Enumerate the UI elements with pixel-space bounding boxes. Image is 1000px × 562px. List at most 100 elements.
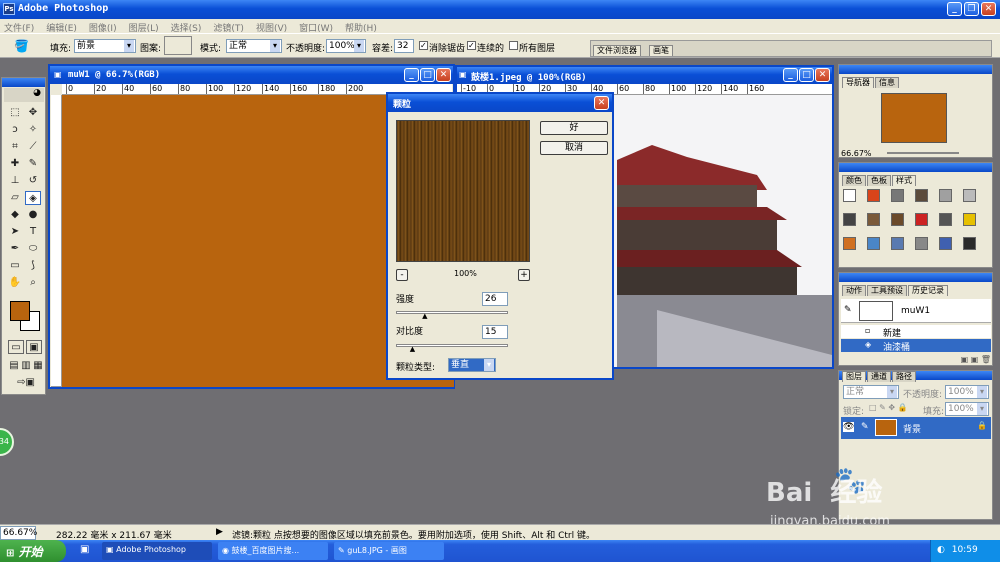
intensity-slider-track[interactable]: [396, 311, 508, 314]
marquee-tool-icon[interactable]: ⬚: [7, 106, 23, 120]
doc1-titlebar[interactable]: ▣ muW1 @ 66.7%(RGB) _ □ ✕: [50, 66, 453, 84]
doc1-minimize-button[interactable]: _: [404, 68, 419, 82]
quicklaunch-desktop-icon[interactable]: ▣: [80, 544, 89, 555]
tab-history[interactable]: 历史记录: [908, 285, 948, 296]
pen-tool-icon[interactable]: ✒: [7, 242, 23, 256]
healing-brush-tool-icon[interactable]: ✚: [7, 157, 23, 171]
status-zoom-field[interactable]: 66.67%: [0, 526, 37, 540]
navigator-zoom-slider[interactable]: [887, 152, 959, 154]
notes-tool-icon[interactable]: ▭: [7, 259, 23, 273]
zoom-out-button[interactable]: -: [396, 269, 408, 281]
grain-type-select[interactable]: 垂直: [448, 358, 496, 372]
zoom-tool-icon[interactable]: ⌕: [25, 276, 41, 290]
foreground-color-swatch[interactable]: [10, 301, 30, 321]
paint-bucket-icon[interactable]: 🪣: [14, 39, 29, 53]
tab-channels[interactable]: 通道: [867, 371, 891, 382]
tray-clock[interactable]: 10:59: [952, 545, 978, 555]
layer-row-background[interactable]: 👁 ✎ 背景 🔒: [841, 417, 991, 439]
intensity-field[interactable]: 26: [482, 292, 508, 306]
doc1-close-button[interactable]: ✕: [436, 68, 451, 82]
lock-icons[interactable]: □ ✎ ✥ 🔒: [869, 403, 908, 412]
style-swatch[interactable]: [867, 189, 880, 202]
brush-tool-icon[interactable]: ✎: [25, 157, 41, 171]
style-swatch[interactable]: [963, 213, 976, 226]
style-swatch[interactable]: [867, 213, 880, 226]
clone-stamp-tool-icon[interactable]: ⊥: [7, 174, 23, 188]
pattern-picker[interactable]: [164, 36, 192, 55]
style-swatch[interactable]: [915, 189, 928, 202]
quick-mask-icon[interactable]: ▣: [26, 340, 42, 354]
mode-select[interactable]: 正常: [226, 39, 282, 53]
magic-wand-tool-icon[interactable]: ✧: [25, 123, 41, 137]
zoom-in-button[interactable]: +: [518, 269, 530, 281]
tab-layers[interactable]: 图层: [842, 371, 866, 382]
grain-preview[interactable]: [396, 120, 530, 262]
antialias-checkbox[interactable]: ✓: [419, 41, 428, 50]
screen-mode-full-icon[interactable]: ▦: [30, 359, 46, 373]
doc2-close-button[interactable]: ✕: [815, 68, 830, 82]
tab-paths[interactable]: 路径: [892, 371, 916, 382]
task-photoshop[interactable]: ▣ Adobe Photoshop: [102, 542, 212, 560]
doc2-titlebar[interactable]: ▣ 鼓楼1.jpeg @ 100%(RGB) _ □ ✕: [457, 67, 832, 84]
history-item-new[interactable]: ▫ 新建: [841, 325, 991, 339]
path-selection-tool-icon[interactable]: ➤: [7, 225, 23, 239]
adobe-logo-icon[interactable]: ◕: [4, 88, 44, 102]
blur-tool-icon[interactable]: ◆: [7, 208, 23, 222]
style-swatch[interactable]: [939, 237, 952, 250]
dialog-titlebar[interactable]: 颗粒 ✕: [388, 94, 612, 112]
style-swatch[interactable]: [891, 189, 904, 202]
status-arrow-icon[interactable]: ▶: [216, 527, 223, 537]
task-browser[interactable]: ◉ 鼓楼_百度图片搜...: [218, 542, 328, 560]
eraser-tool-icon[interactable]: ▱: [7, 191, 23, 205]
navigator-thumbnail[interactable]: [881, 93, 947, 143]
slice-tool-icon[interactable]: ⟋: [25, 140, 41, 154]
close-button[interactable]: ✕: [981, 2, 996, 16]
start-button[interactable]: ⊞ 开始: [0, 540, 66, 562]
doc1-maximize-button[interactable]: □: [420, 68, 435, 82]
tab-info[interactable]: 信息: [875, 77, 899, 88]
paint-bucket-tool-icon[interactable]: ◈: [25, 191, 41, 205]
style-swatch[interactable]: [867, 237, 880, 250]
tolerance-field[interactable]: 32: [394, 39, 414, 53]
crop-tool-icon[interactable]: ⌗: [7, 140, 23, 154]
navigator-zoom-value[interactable]: 66.67%: [841, 149, 872, 158]
doc2-minimize-button[interactable]: _: [783, 68, 798, 82]
tab-actions[interactable]: 动作: [842, 285, 866, 296]
tab-swatches[interactable]: 色板: [867, 175, 891, 186]
task-paint[interactable]: ✎ guL8.JPG - 画图: [334, 542, 444, 560]
style-swatch[interactable]: [891, 237, 904, 250]
dodge-tool-icon[interactable]: ●: [25, 208, 41, 222]
history-brush-tool-icon[interactable]: ↺: [25, 174, 41, 188]
type-tool-icon[interactable]: T: [25, 225, 41, 239]
contiguous-checkbox[interactable]: ✓: [467, 41, 476, 50]
tray-network-icon[interactable]: ◐: [937, 545, 945, 555]
cancel-button[interactable]: 取消: [540, 141, 608, 155]
style-swatch[interactable]: [843, 213, 856, 226]
style-swatch[interactable]: [843, 237, 856, 250]
style-swatch[interactable]: [963, 189, 976, 202]
intensity-slider-thumb[interactable]: ▲: [422, 312, 427, 320]
style-swatch[interactable]: [915, 237, 928, 250]
doc2-maximize-button[interactable]: □: [799, 68, 814, 82]
lasso-tool-icon[interactable]: ↄ: [7, 123, 23, 137]
style-swatch[interactable]: [915, 213, 928, 226]
doc1-vertical-ruler[interactable]: [51, 95, 62, 387]
opacity-field[interactable]: 100%: [326, 39, 366, 53]
history-item-paint-bucket[interactable]: ◈ 油漆桶: [841, 339, 991, 353]
eyedropper-tool-icon[interactable]: ⟆: [25, 259, 41, 273]
contrast-field[interactable]: 15: [482, 325, 508, 339]
jump-to-imageready-icon[interactable]: ⇨▣: [14, 376, 38, 390]
tab-navigator[interactable]: 导航器: [842, 77, 874, 88]
restore-button[interactable]: ❐: [964, 2, 979, 16]
fill-select[interactable]: 前景: [74, 39, 136, 53]
style-swatch[interactable]: [939, 213, 952, 226]
history-snapshot[interactable]: ✎ muW1: [841, 299, 991, 323]
layer-opacity-field[interactable]: 100%: [945, 385, 989, 399]
blend-mode-select[interactable]: 正常: [843, 385, 899, 399]
tab-tool-presets[interactable]: 工具预设: [867, 285, 907, 296]
all-layers-checkbox[interactable]: [509, 41, 518, 50]
tab-color[interactable]: 颜色: [842, 175, 866, 186]
tab-styles[interactable]: 样式: [892, 175, 916, 186]
dialog-close-button[interactable]: ✕: [594, 96, 609, 110]
hand-tool-icon[interactable]: ✋: [7, 276, 23, 290]
